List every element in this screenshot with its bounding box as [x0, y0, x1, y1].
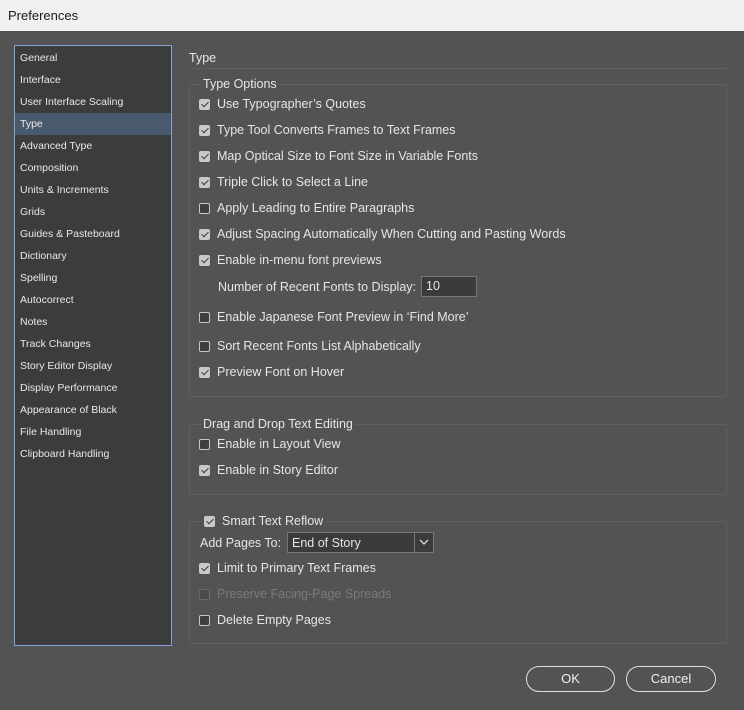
sidebar-item-interface[interactable]: Interface: [15, 69, 171, 91]
limit-primary-frames-option[interactable]: Limit to Primary Text Frames: [199, 559, 376, 577]
delete-empty-pages-checkbox[interactable]: [199, 614, 210, 626]
sidebar-item-appearance-of-black[interactable]: Appearance of Black: [15, 399, 171, 421]
add-pages-label: Add Pages To:: [200, 536, 282, 550]
map-optical-size-checkbox[interactable]: [199, 150, 210, 162]
sidebar-item-clipboard-handling[interactable]: Clipboard Handling: [15, 443, 171, 465]
sort-recent-fonts-option[interactable]: Sort Recent Fonts List Alphabetically: [199, 337, 421, 355]
preserve-facing-spreads-label: Preserve Facing-Page Spreads: [217, 587, 392, 601]
story-editor-checkbox[interactable]: [199, 464, 210, 476]
use-typographers-quotes-option[interactable]: Use Typographer’s Quotes: [199, 95, 366, 113]
limit-primary-frames-label: Limit to Primary Text Frames: [217, 561, 376, 575]
type-tool-converts-frames-option[interactable]: Type Tool Converts Frames to Text Frames: [199, 121, 456, 139]
triple-click-checkbox[interactable]: [199, 176, 210, 188]
map-optical-size-option[interactable]: Map Optical Size to Font Size in Variabl…: [199, 147, 478, 165]
preview-font-hover-option[interactable]: Preview Font on Hover: [199, 363, 344, 381]
sidebar-item-story-editor-display[interactable]: Story Editor Display: [15, 355, 171, 377]
triple-click-label: Triple Click to Select a Line: [217, 175, 368, 189]
preview-font-hover-label: Preview Font on Hover: [217, 365, 345, 379]
use-typographers-quotes-label: Use Typographer’s Quotes: [217, 97, 366, 111]
layout-view-checkbox[interactable]: [199, 438, 210, 450]
smart-reflow-option[interactable]: Smart Text Reflow: [201, 512, 327, 530]
window-title: Preferences: [8, 8, 79, 23]
limit-primary-frames-checkbox[interactable]: [199, 562, 210, 574]
type-options-label: Type Options: [201, 77, 279, 91]
sidebar-item-notes[interactable]: Notes: [15, 311, 171, 333]
page-title: Type: [189, 51, 217, 65]
add-pages-select[interactable]: End of Story: [287, 532, 434, 553]
sidebar-item-grids[interactable]: Grids: [15, 201, 171, 223]
chevron-down-icon: [419, 539, 429, 545]
triple-click-option[interactable]: Triple Click to Select a Line: [199, 173, 368, 191]
adjust-spacing-label: Adjust Spacing Automatically When Cuttin…: [217, 227, 566, 241]
cancel-button[interactable]: Cancel: [626, 666, 716, 692]
adjust-spacing-checkbox[interactable]: [199, 228, 210, 240]
adjust-spacing-option[interactable]: Adjust Spacing Automatically When Cuttin…: [199, 225, 566, 243]
drag-drop-label: Drag and Drop Text Editing: [201, 417, 355, 431]
sidebar-item-display-performance[interactable]: Display Performance: [15, 377, 171, 399]
delete-empty-pages-option[interactable]: Delete Empty Pages: [199, 611, 331, 629]
sidebar-item-units-increments[interactable]: Units & Increments: [15, 179, 171, 201]
font-previews-label: Enable in-menu font previews: [217, 253, 382, 267]
sidebar-item-autocorrect[interactable]: Autocorrect: [15, 289, 171, 311]
type-tool-converts-frames-checkbox[interactable]: [199, 124, 210, 136]
select-divider: [414, 533, 415, 552]
japanese-font-preview-label: Enable Japanese Font Preview in ‘Find Mo…: [217, 310, 469, 324]
preserve-facing-spreads-checkbox: [199, 588, 210, 600]
apply-leading-label: Apply Leading to Entire Paragraphs: [217, 201, 415, 215]
sidebar-item-track-changes[interactable]: Track Changes: [15, 333, 171, 355]
japanese-font-preview-option[interactable]: Enable Japanese Font Preview in ‘Find Mo…: [199, 308, 469, 326]
apply-leading-checkbox[interactable]: [199, 202, 210, 214]
preview-font-hover-checkbox[interactable]: [199, 366, 210, 378]
use-typographers-quotes-checkbox[interactable]: [199, 98, 210, 110]
sidebar-item-general[interactable]: General: [15, 47, 171, 69]
sidebar-item-advanced-type[interactable]: Advanced Type: [15, 135, 171, 157]
apply-leading-option[interactable]: Apply Leading to Entire Paragraphs: [199, 199, 414, 217]
add-pages-value: End of Story: [292, 536, 361, 550]
font-previews-option[interactable]: Enable in-menu font previews: [199, 251, 382, 269]
sidebar-item-type[interactable]: Type: [15, 113, 171, 135]
sidebar-item-file-handling[interactable]: File Handling: [15, 421, 171, 443]
sidebar-item-user-interface-scaling[interactable]: User Interface Scaling: [15, 91, 171, 113]
map-optical-size-label: Map Optical Size to Font Size in Variabl…: [217, 149, 478, 163]
sidebar-item-composition[interactable]: Composition: [15, 157, 171, 179]
story-editor-label: Enable in Story Editor: [217, 463, 338, 477]
title-divider: [189, 68, 727, 69]
story-editor-option[interactable]: Enable in Story Editor: [199, 461, 338, 479]
sort-recent-fonts-label: Sort Recent Fonts List Alphabetically: [217, 339, 421, 353]
delete-empty-pages-label: Delete Empty Pages: [217, 613, 331, 627]
japanese-font-preview-checkbox[interactable]: [199, 311, 210, 323]
smart-reflow-label: Smart Text Reflow: [222, 514, 324, 528]
layout-view-option[interactable]: Enable in Layout View: [199, 435, 340, 453]
smart-reflow-checkbox[interactable]: [204, 515, 215, 527]
type-tool-converts-frames-label: Type Tool Converts Frames to Text Frames: [217, 123, 456, 137]
sidebar-item-spelling[interactable]: Spelling: [15, 267, 171, 289]
preserve-facing-spreads-option: Preserve Facing-Page Spreads: [199, 585, 391, 603]
sort-recent-fonts-checkbox[interactable]: [199, 340, 210, 352]
font-previews-checkbox[interactable]: [199, 254, 210, 266]
title-bar: Preferences: [0, 0, 744, 31]
preferences-sidebar: General Interface User Interface Scaling…: [14, 45, 172, 646]
recent-fonts-input[interactable]: 10: [421, 276, 477, 297]
sidebar-item-guides-pasteboard[interactable]: Guides & Pasteboard: [15, 223, 171, 245]
sidebar-item-dictionary[interactable]: Dictionary: [15, 245, 171, 267]
layout-view-label: Enable in Layout View: [217, 437, 341, 451]
recent-fonts-label: Number of Recent Fonts to Display:: [218, 280, 416, 294]
ok-button[interactable]: OK: [526, 666, 615, 692]
